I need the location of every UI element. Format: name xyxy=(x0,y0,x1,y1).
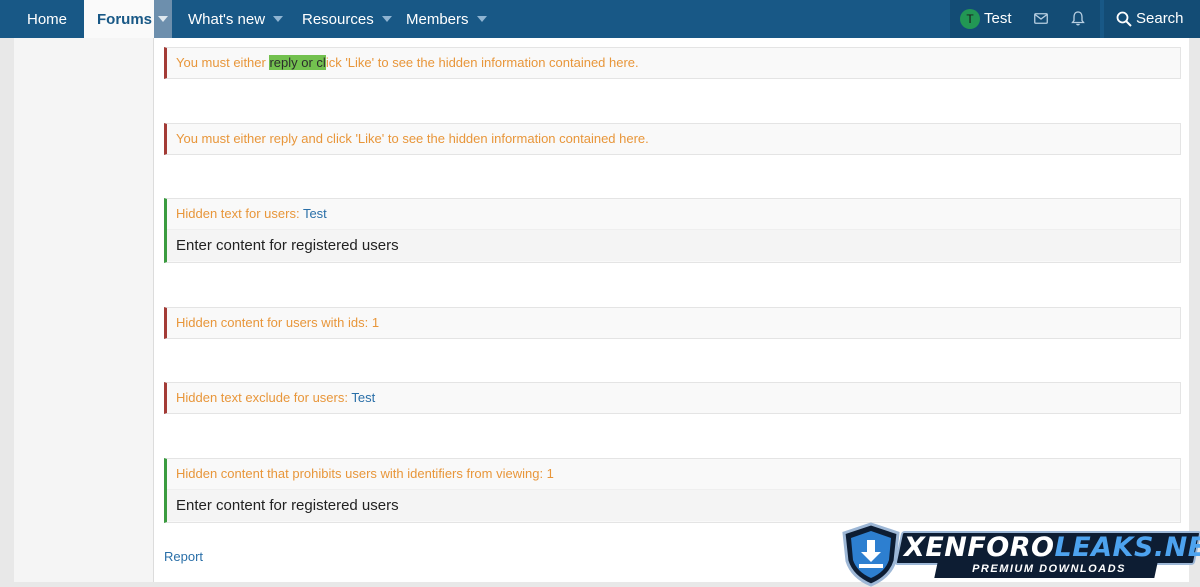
hidden-content-block: Hidden text exclude for users: Test xyxy=(164,382,1181,414)
watermark-brand-a: XENFORO xyxy=(904,532,1055,563)
nav-forums-dropdown[interactable] xyxy=(154,0,172,38)
notice-text: Hidden text exclude for users: xyxy=(176,390,352,405)
notice-text: Hidden text for users: xyxy=(176,206,303,221)
user-area: T Test xyxy=(950,0,1100,38)
nav-whats-new-label: What's new xyxy=(188,10,266,28)
nav-members-label: Members xyxy=(406,10,469,28)
search-label: Search xyxy=(1136,10,1184,27)
nav-resources-label: Resources xyxy=(302,10,374,28)
search-button[interactable]: Search xyxy=(1104,0,1200,38)
chevron-down-icon xyxy=(381,16,392,22)
nav-whats-new[interactable]: What's new xyxy=(188,0,284,38)
report-link[interactable]: Report xyxy=(164,549,203,564)
hidden-content-block: Hidden content for users with ids: 1 xyxy=(164,307,1181,339)
hidden-content-header: Hidden text for users: Test xyxy=(167,199,1180,229)
user-link[interactable]: Test xyxy=(303,206,327,221)
nav-home-label: Home xyxy=(27,10,68,28)
hidden-content-body: Enter content for registered users xyxy=(167,229,1180,261)
hidden-content-notice: Hidden content for users with ids: 1 xyxy=(176,315,380,330)
hidden-content-notice: You must either reply and click 'Like' t… xyxy=(176,131,649,146)
nav-forums-label: Forums xyxy=(97,10,153,28)
hidden-content-block: You must either reply or click 'Like' to… xyxy=(164,47,1181,79)
selected-text: reply or cl xyxy=(269,55,326,70)
shield-download-icon xyxy=(842,522,900,587)
hidden-content-header: Hidden content that prohibits users with… xyxy=(176,466,554,481)
bell-icon[interactable] xyxy=(1071,11,1085,26)
notice-text: ick 'Like' to see the hidden information… xyxy=(325,55,639,70)
nav-home[interactable]: Home xyxy=(14,0,84,38)
search-icon xyxy=(1116,11,1132,27)
hidden-content-block: Hidden text for users: Test Enter conten… xyxy=(164,198,1181,263)
user-link[interactable]: Test xyxy=(351,390,375,405)
chevron-down-icon xyxy=(476,16,487,22)
mail-icon[interactable] xyxy=(1034,13,1048,24)
nav-forums[interactable]: Forums xyxy=(84,0,172,38)
chevron-down-icon xyxy=(273,16,284,22)
top-navigation: Home Forums What's new Resources Members… xyxy=(0,0,1200,38)
notice-text: You must either xyxy=(176,55,270,70)
hidden-content-body: Enter content for registered users xyxy=(167,489,1180,521)
hidden-content-header: Hidden text exclude for users: Test xyxy=(167,383,1180,413)
hidden-content-block: Hidden content that prohibits users with… xyxy=(164,458,1181,523)
watermark-brand-b: LEAKS.NET xyxy=(1054,532,1200,563)
hidden-content-block: You must either reply and click 'Like' t… xyxy=(164,123,1181,155)
account-username[interactable]: Test xyxy=(984,0,1012,38)
nav-members[interactable]: Members xyxy=(406,0,487,38)
post-user-column xyxy=(14,38,154,582)
nav-resources[interactable]: Resources xyxy=(302,0,392,38)
avatar[interactable]: T xyxy=(960,9,980,29)
chevron-down-icon xyxy=(158,16,168,22)
watermark-brand: XENFOROLEAKS.NET xyxy=(904,532,1200,563)
watermark-logo: XENFOROLEAKS.NET PREMIUM DOWNLOADS xyxy=(838,521,1200,587)
hidden-content-notice: You must either reply or click 'Like' to… xyxy=(167,48,1180,78)
watermark-tagline: PREMIUM DOWNLOADS xyxy=(972,563,1126,575)
